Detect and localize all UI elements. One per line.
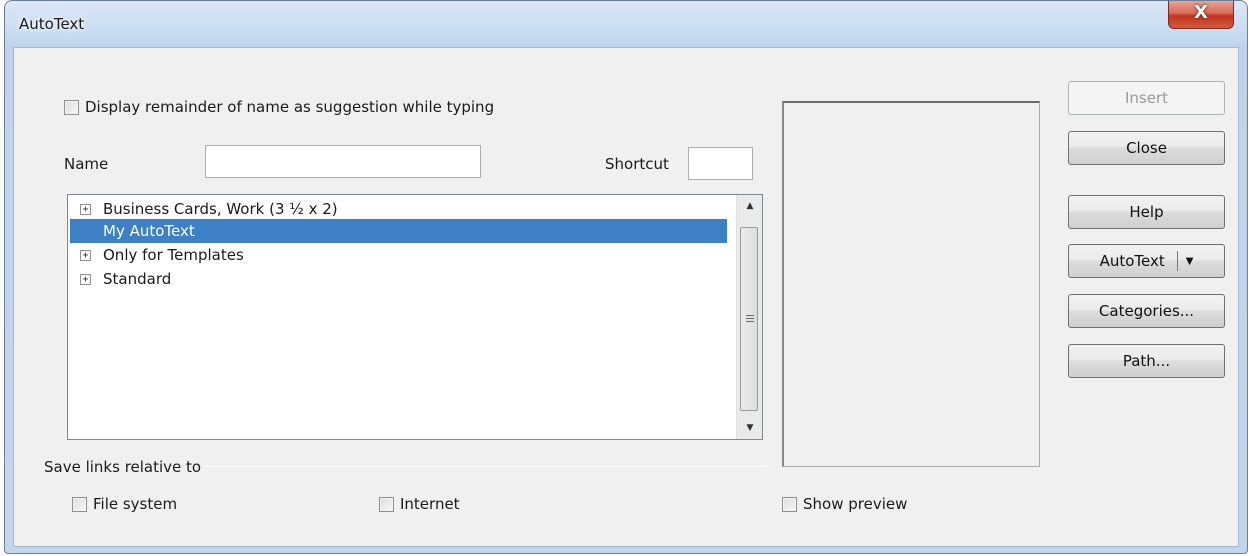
path-button[interactable]: Path... — [1068, 344, 1225, 378]
internet-checkbox[interactable] — [379, 496, 394, 512]
help-button[interactable]: Help — [1068, 195, 1225, 229]
display-remainder-option[interactable]: Display remainder of name as suggestion … — [64, 98, 494, 116]
internet-option[interactable]: Internet — [379, 495, 460, 513]
autotext-menu-button[interactable]: AutoText ▼ — [1068, 244, 1225, 278]
autotext-button-label: AutoText — [1099, 252, 1165, 270]
internet-label: Internet — [400, 495, 460, 513]
insert-button[interactable]: Insert — [1068, 81, 1225, 115]
close-icon: X — [1194, 2, 1208, 23]
dropdown-arrow-icon[interactable]: ▼ — [1186, 256, 1194, 267]
file-system-label: File system — [93, 495, 178, 513]
category-tree[interactable]: + Business Cards, Work (3 ½ x 2) My Auto… — [67, 194, 763, 440]
scroll-up-icon[interactable]: ▲ — [737, 195, 763, 217]
autotext-dialog: AutoText X Display remainder of name as … — [4, 0, 1248, 554]
expand-icon[interactable]: + — [80, 249, 91, 261]
show-preview-checkbox[interactable] — [782, 496, 797, 512]
expand-icon[interactable]: + — [80, 203, 91, 215]
file-system-checkbox[interactable] — [72, 496, 87, 512]
grip-icon — [746, 315, 754, 323]
save-links-group-label: Save links relative to — [44, 458, 202, 476]
window-title: AutoText — [19, 15, 85, 33]
tree-item-standard[interactable]: + Standard — [70, 267, 727, 291]
tree-item-label: Standard — [103, 270, 172, 288]
dialog-body: Display remainder of name as suggestion … — [13, 47, 1239, 547]
show-preview-label: Show preview — [803, 495, 908, 513]
group-divider — [204, 466, 767, 467]
close-button[interactable]: Close — [1068, 131, 1225, 165]
display-remainder-label: Display remainder of name as suggestion … — [85, 98, 495, 116]
expand-icon[interactable]: + — [80, 273, 91, 285]
tree-item-only-for-templates[interactable]: + Only for Templates — [70, 243, 727, 267]
name-label: Name — [64, 155, 109, 173]
name-input[interactable] — [205, 145, 481, 178]
tree-item-label: My AutoText — [103, 222, 195, 240]
title-bar[interactable]: AutoText X — [5, 1, 1247, 47]
display-remainder-checkbox[interactable] — [64, 99, 79, 115]
tree-item-business-cards[interactable]: + Business Cards, Work (3 ½ x 2) — [70, 197, 727, 221]
scroll-down-icon[interactable]: ▼ — [737, 417, 763, 439]
close-window-button[interactable]: X — [1168, 1, 1234, 29]
show-preview-option[interactable]: Show preview — [782, 495, 907, 513]
file-system-option[interactable]: File system — [72, 495, 177, 513]
categories-button[interactable]: Categories... — [1068, 294, 1225, 328]
tree-item-my-autotext[interactable]: My AutoText — [70, 219, 727, 243]
shortcut-input[interactable] — [688, 147, 753, 180]
tree-item-label: Business Cards, Work (3 ½ x 2) — [103, 200, 338, 218]
tree-item-label: Only for Templates — [103, 246, 244, 264]
shortcut-label: Shortcut — [605, 155, 669, 173]
vertical-scrollbar[interactable]: ▲ ▼ — [736, 195, 762, 439]
preview-pane — [782, 101, 1040, 467]
scroll-thumb[interactable] — [740, 227, 758, 411]
